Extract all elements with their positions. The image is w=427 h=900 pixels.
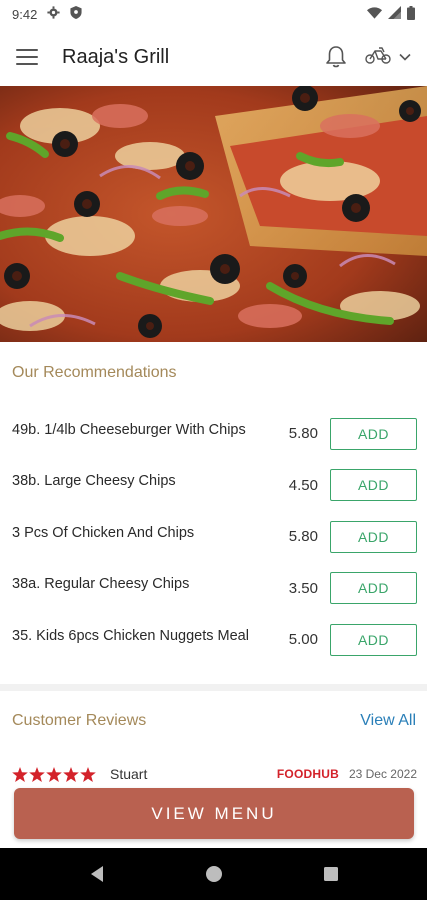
list-item: 49b. 1/4lb Cheeseburger With Chips 5.80 … (0, 408, 427, 460)
item-price: 5.80 (288, 528, 318, 546)
recommendations-list: 49b. 1/4lb Cheeseburger With Chips 5.80 … (0, 408, 427, 666)
system-nav-bar (0, 848, 427, 900)
add-button[interactable]: ADD (330, 623, 417, 656)
item-name: 38a. Regular Cheesy Chips (12, 576, 190, 593)
add-button[interactable]: ADD (330, 469, 417, 502)
star-icon (29, 766, 45, 782)
bell-icon[interactable] (325, 45, 347, 69)
recommendations-title: Our Recommendations (12, 364, 177, 381)
menu-icon[interactable] (16, 43, 44, 71)
status-time: 9:42 (12, 6, 38, 22)
hero-pizza-image (0, 86, 427, 342)
list-item: 3 Pcs Of Chicken And Chips 5.80 ADD (0, 511, 427, 563)
recents-icon[interactable] (323, 866, 339, 882)
view-menu-button[interactable]: VIEW MENU (14, 788, 414, 839)
item-price: 5.00 (288, 631, 318, 649)
status-bar: 9:42 (0, 0, 427, 28)
add-button[interactable]: ADD (330, 572, 417, 605)
list-item: 38a. Regular Cheesy Chips 3.50 ADD (0, 563, 427, 615)
wifi-icon (367, 6, 382, 22)
review-source-logo: FOODHUB (276, 767, 339, 781)
bike-icon (365, 45, 391, 70)
home-icon[interactable] (205, 865, 223, 883)
battery-icon (407, 5, 415, 23)
add-button[interactable]: ADD (330, 520, 417, 553)
item-name: 49b. 1/4lb Cheeseburger With Chips (12, 421, 246, 438)
item-name: 35. Kids 6pcs Chicken Nuggets Meal (12, 627, 249, 644)
restaurant-title: Raaja's Grill (62, 45, 170, 68)
item-name: 3 Pcs Of Chicken And Chips (12, 524, 195, 541)
reviews-title: Customer Reviews (12, 712, 147, 729)
chevron-down-icon (399, 48, 411, 66)
list-item: 35. Kids 6pcs Chicken Nuggets Meal 5.00 … (0, 614, 427, 666)
star-icon (12, 766, 28, 782)
section-divider (0, 684, 427, 691)
signal-icon (388, 6, 401, 22)
star-icon (46, 766, 62, 782)
back-icon[interactable] (89, 865, 105, 883)
star-icon (80, 766, 96, 782)
add-button[interactable]: ADD (330, 417, 417, 450)
view-all-link[interactable]: View All (360, 712, 416, 730)
item-price: 5.80 (288, 425, 318, 443)
review-item: Stuart FOODHUB 23 Dec 2022 (12, 762, 417, 786)
reviewer-name: Stuart (110, 766, 148, 782)
item-price: 3.50 (288, 579, 318, 597)
review-date: 23 Dec 2022 (348, 767, 417, 781)
shield-icon (70, 6, 82, 22)
item-name: 38b. Large Cheesy Chips (12, 473, 176, 490)
delivery-selector[interactable] (365, 45, 411, 70)
list-item: 38b. Large Cheesy Chips 4.50 ADD (0, 460, 427, 512)
star-icon (63, 766, 79, 782)
item-price: 4.50 (288, 476, 318, 494)
star-rating (12, 766, 96, 782)
app-bar: Raaja's Grill (0, 28, 427, 86)
gear-icon (47, 6, 60, 22)
